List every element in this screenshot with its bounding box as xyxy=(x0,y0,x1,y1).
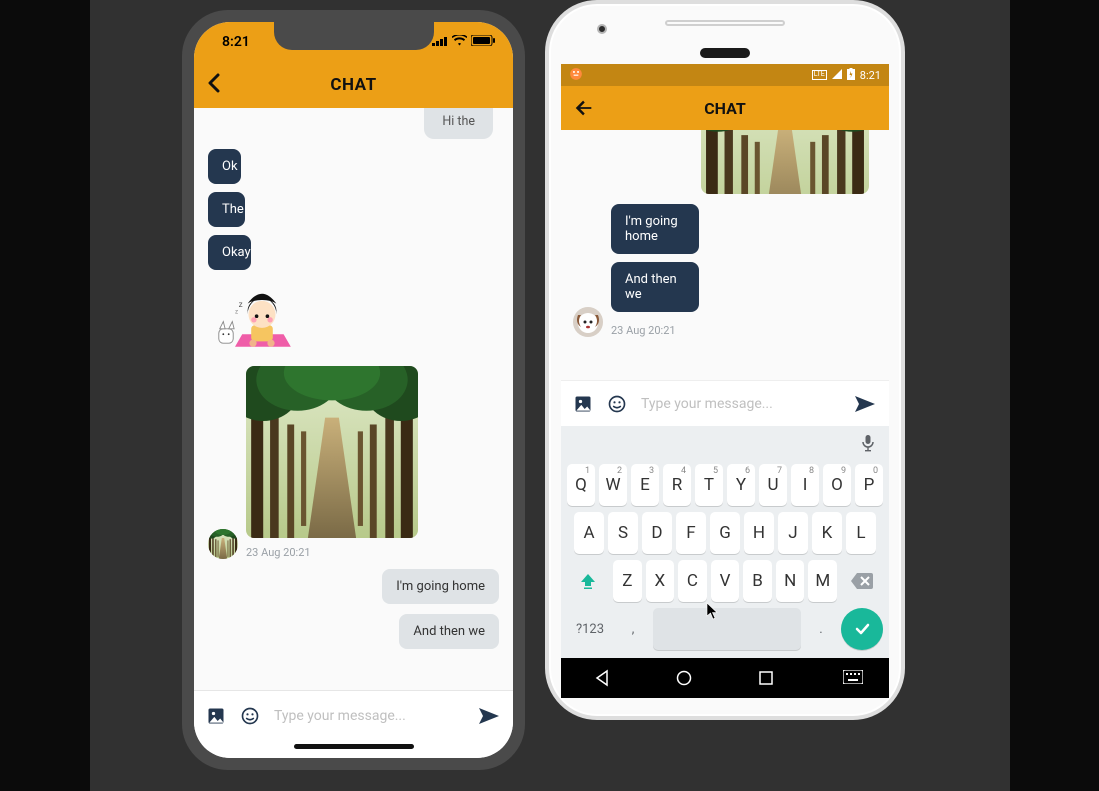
message-timestamp: 23 Aug 20:21 xyxy=(246,546,311,559)
key-x[interactable]: X xyxy=(646,560,675,602)
battery-icon xyxy=(471,34,495,50)
nav-keyboard-switch-button[interactable] xyxy=(843,669,861,687)
key-e[interactable]: E3 xyxy=(631,464,659,506)
mic-icon[interactable] xyxy=(861,434,875,456)
ios-nav-bar: CHAT xyxy=(194,62,513,108)
ios-status-time: 8:21 xyxy=(222,34,250,50)
message-timestamp: 23 Aug 20:21 xyxy=(611,324,676,337)
keyboard-row-3: ZXCVBNM xyxy=(565,560,885,602)
key-p[interactable]: P0 xyxy=(855,464,883,506)
android-nav-bar: CHAT xyxy=(561,86,889,130)
key-s[interactable]: S xyxy=(608,512,638,554)
keyboard-row-1: Q1W2E3R4T5Y6U7I8O9P0 xyxy=(565,464,885,506)
outgoing-message: Okay xyxy=(208,235,251,270)
page-title: CHAT xyxy=(561,99,889,118)
outgoing-message: And then we xyxy=(611,262,699,312)
attach-image-button[interactable] xyxy=(573,394,593,414)
key-q[interactable]: Q1 xyxy=(567,464,595,506)
software-keyboard: Q1W2E3R4T5Y6U7I8O9P0 ASDFGHJKL ZXCVBNM ?… xyxy=(561,426,889,658)
message-composer xyxy=(194,690,513,740)
key-n[interactable]: N xyxy=(776,560,805,602)
backspace-key[interactable] xyxy=(841,560,883,602)
emoji-button[interactable] xyxy=(240,706,260,726)
sticker-image xyxy=(208,278,298,358)
android-system-nav xyxy=(561,658,889,698)
key-t[interactable]: T5 xyxy=(695,464,723,506)
iphone-notch xyxy=(274,22,434,50)
chat-scroll-area[interactable]: I'm going home And then we 23 Aug 20:21 xyxy=(561,130,889,380)
comma-key[interactable]: , xyxy=(617,608,649,650)
key-i[interactable]: I8 xyxy=(791,464,819,506)
android-status-time: 8:21 xyxy=(860,69,881,82)
key-z[interactable]: Z xyxy=(613,560,642,602)
nav-back-button[interactable] xyxy=(593,669,611,687)
shift-key[interactable] xyxy=(567,560,609,602)
iphone-frame: 8:21 CHAT xyxy=(182,10,525,770)
outgoing-message: I'm going home xyxy=(611,204,699,254)
page-title: CHAT xyxy=(194,75,513,95)
attach-image-button[interactable] xyxy=(206,706,226,726)
key-h[interactable]: H xyxy=(744,512,774,554)
photo-message[interactable] xyxy=(246,366,418,538)
key-r[interactable]: R4 xyxy=(663,464,691,506)
key-l[interactable]: L xyxy=(846,512,876,554)
nav-home-button[interactable] xyxy=(675,669,693,687)
lte-label: LTE xyxy=(812,70,827,80)
signal-icon xyxy=(832,69,842,82)
chat-scroll-area[interactable]: Hi the Ok The Okay xyxy=(194,108,513,690)
key-c[interactable]: C xyxy=(678,560,707,602)
message-input[interactable] xyxy=(274,708,463,724)
sender-avatar[interactable] xyxy=(573,307,603,337)
message-composer xyxy=(561,380,889,426)
incoming-message-clipped: Hi the xyxy=(424,108,493,139)
key-g[interactable]: G xyxy=(710,512,740,554)
key-u[interactable]: U7 xyxy=(759,464,787,506)
key-y[interactable]: Y6 xyxy=(727,464,755,506)
key-a[interactable]: A xyxy=(574,512,604,554)
key-v[interactable]: V xyxy=(711,560,740,602)
cellular-icon xyxy=(432,34,448,50)
key-m[interactable]: M xyxy=(808,560,837,602)
key-k[interactable]: K xyxy=(812,512,842,554)
key-f[interactable]: F xyxy=(676,512,706,554)
send-button[interactable] xyxy=(477,706,501,726)
outgoing-message: Ok xyxy=(208,149,241,184)
battery-icon xyxy=(847,68,855,83)
outgoing-message: The xyxy=(208,192,245,227)
photo-message-clipped[interactable] xyxy=(701,130,869,194)
send-button[interactable] xyxy=(853,394,877,414)
sender-avatar[interactable] xyxy=(208,529,238,559)
keyboard-row-2: ASDFGHJKL xyxy=(565,512,885,554)
space-key[interactable] xyxy=(653,608,801,650)
notification-icon xyxy=(569,67,583,84)
key-b[interactable]: B xyxy=(743,560,772,602)
android-status-bar: LTE 8:21 xyxy=(561,64,889,86)
earpiece xyxy=(700,48,750,58)
emoji-button[interactable] xyxy=(607,394,627,414)
wifi-icon xyxy=(452,34,467,50)
speaker-slot xyxy=(665,20,785,26)
symbols-key[interactable]: ?123 xyxy=(567,608,613,650)
message-input[interactable] xyxy=(641,396,839,412)
incoming-message: And then we xyxy=(399,614,499,649)
enter-key[interactable] xyxy=(841,608,883,650)
period-key[interactable]: . xyxy=(805,608,837,650)
key-w[interactable]: W2 xyxy=(599,464,627,506)
keyboard-row-4: ?123 , . xyxy=(565,608,885,650)
home-indicator xyxy=(194,740,513,758)
key-d[interactable]: D xyxy=(642,512,672,554)
pixel-frame: LTE 8:21 CHAT xyxy=(545,0,905,720)
nav-recents-button[interactable] xyxy=(757,669,775,687)
key-o[interactable]: O9 xyxy=(823,464,851,506)
key-j[interactable]: J xyxy=(778,512,808,554)
incoming-message: I'm going home xyxy=(382,569,499,604)
